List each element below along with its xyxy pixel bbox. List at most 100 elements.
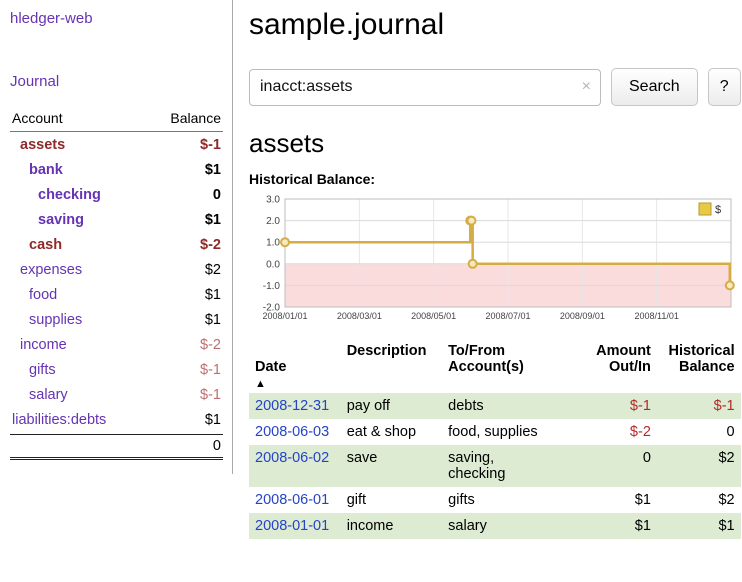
accounts-header-balance: Balance <box>170 110 221 126</box>
account-balance: $-2 <box>200 237 221 253</box>
col-header-description: Description <box>341 341 442 393</box>
sidebar: hledger-web Journal Account Balance asse… <box>0 0 233 474</box>
account-link-assets[interactable]: assets <box>12 137 65 153</box>
table-row: 2008-06-01 gift gifts $1 $2 <box>249 487 741 513</box>
account-balance: $1 <box>205 312 221 328</box>
account-row: saving $1 <box>10 207 223 232</box>
transaction-description: income <box>341 513 442 539</box>
transaction-description: gift <box>341 487 442 513</box>
account-link-checking[interactable]: checking <box>12 187 101 203</box>
search-button[interactable]: Search <box>611 68 698 106</box>
col-header-accounts: To/From Account(s) <box>442 341 579 393</box>
svg-text:2008/09/01: 2008/09/01 <box>560 311 605 321</box>
transaction-date-link[interactable]: 2008-06-01 <box>255 492 329 508</box>
transaction-description: save <box>341 445 442 487</box>
transaction-date-link[interactable]: 2008-12-31 <box>255 398 329 414</box>
account-link-food[interactable]: food <box>12 287 57 303</box>
account-link-expenses[interactable]: expenses <box>12 262 82 278</box>
historical-balance-chart[interactable]: 2008/01/012008/03/012008/05/012008/07/01… <box>249 193 741 327</box>
table-row: 2008-06-02 save saving, checking 0 $2 <box>249 445 741 487</box>
account-row: liabilities:debts $1 <box>10 407 223 432</box>
transaction-amount: $1 <box>579 487 656 513</box>
account-row: income $-2 <box>10 332 223 357</box>
account-balance: 0 <box>213 187 221 203</box>
transaction-balance: $-1 <box>657 393 741 419</box>
account-link-saving[interactable]: saving <box>12 212 84 228</box>
transaction-date-cell: 2008-06-01 <box>249 487 341 513</box>
transaction-description: pay off <box>341 393 442 419</box>
col-header-date[interactable]: Date ▲ <box>249 341 341 393</box>
account-row: food $1 <box>10 282 223 307</box>
svg-text:-1.0: -1.0 <box>263 281 281 292</box>
account-link-income[interactable]: income <box>12 337 67 353</box>
nav-journal-link[interactable]: Journal <box>10 73 223 90</box>
sort-ascending-icon: ▲ <box>255 378 266 390</box>
transaction-date-link[interactable]: 2008-01-01 <box>255 518 329 534</box>
account-balance: $1 <box>205 162 221 178</box>
chart-title: Historical Balance: <box>249 171 741 187</box>
transaction-amount: $-1 <box>579 393 656 419</box>
accounts-total-value: 0 <box>213 438 221 454</box>
account-row: bank $1 <box>10 157 223 182</box>
clear-search-icon[interactable]: × <box>582 79 591 95</box>
help-button[interactable]: ? <box>708 68 741 106</box>
svg-text:2008/03/01: 2008/03/01 <box>337 311 382 321</box>
svg-text:1.0: 1.0 <box>266 238 280 249</box>
accounts-header: Account Balance <box>10 106 223 132</box>
transaction-balance: $1 <box>657 513 741 539</box>
table-header-row: Date ▲ Description To/From Account(s) Am… <box>249 341 741 393</box>
account-link-bank[interactable]: bank <box>12 162 63 178</box>
account-link-liabilities-debts[interactable]: liabilities:debts <box>12 412 106 428</box>
transaction-date-cell: 2008-01-01 <box>249 513 341 539</box>
legend-label: $ <box>715 204 721 216</box>
account-link-supplies[interactable]: supplies <box>12 312 82 328</box>
transaction-date-cell: 2008-06-03 <box>249 419 341 445</box>
transaction-accounts: saving, checking <box>442 445 579 487</box>
account-row: salary $-1 <box>10 382 223 407</box>
transaction-accounts: food, supplies <box>442 419 579 445</box>
transaction-description: eat & shop <box>341 419 442 445</box>
account-row: gifts $-1 <box>10 357 223 382</box>
svg-text:2008/05/01: 2008/05/01 <box>411 311 456 321</box>
accounts-total-row: 0 <box>10 434 223 460</box>
transaction-amount: 0 <box>579 445 656 487</box>
table-row: 2008-06-03 eat & shop food, supplies $-2… <box>249 419 741 445</box>
account-balance: $-1 <box>200 137 221 153</box>
search-input[interactable] <box>249 69 601 106</box>
accounts-header-account: Account <box>12 110 63 126</box>
account-balance: $1 <box>205 287 221 303</box>
accounts-panel: Account Balance assets $-1 bank $1 check… <box>10 106 223 460</box>
account-row: assets $-1 <box>10 132 223 157</box>
transaction-date-link[interactable]: 2008-06-02 <box>255 450 329 466</box>
account-balance: $1 <box>205 412 221 428</box>
account-link-gifts[interactable]: gifts <box>12 362 56 378</box>
account-balance: $-2 <box>200 337 221 353</box>
col-header-date-label: Date <box>255 359 286 375</box>
account-heading: assets <box>249 128 741 159</box>
transaction-date-cell: 2008-12-31 <box>249 393 341 419</box>
transaction-amount: $-2 <box>579 419 656 445</box>
transaction-date-cell: 2008-06-02 <box>249 445 341 487</box>
transaction-balance: 0 <box>657 419 741 445</box>
svg-text:-2.0: -2.0 <box>263 303 281 314</box>
account-balance: $-1 <box>200 387 221 403</box>
search-bar: × Search ? <box>249 68 741 106</box>
svg-text:2008/07/01: 2008/07/01 <box>485 311 530 321</box>
brand-link[interactable]: hledger-web <box>10 10 223 27</box>
svg-text:2008/11/01: 2008/11/01 <box>634 311 678 321</box>
account-row: supplies $1 <box>10 307 223 332</box>
transactions-table: Date ▲ Description To/From Account(s) Am… <box>249 341 741 539</box>
account-balance: $-1 <box>200 362 221 378</box>
transaction-accounts: debts <box>442 393 579 419</box>
account-link-salary[interactable]: salary <box>12 387 68 403</box>
transaction-date-link[interactable]: 2008-06-03 <box>255 424 329 440</box>
svg-text:3.0: 3.0 <box>266 195 280 206</box>
account-link-cash[interactable]: cash <box>12 237 62 253</box>
account-row: expenses $2 <box>10 257 223 282</box>
search-box: × <box>249 69 601 106</box>
page-title: sample.journal <box>249 8 741 42</box>
transaction-balance: $2 <box>657 487 741 513</box>
table-row: 2008-12-31 pay off debts $-1 $-1 <box>249 393 741 419</box>
table-row: 2008-01-01 income salary $1 $1 <box>249 513 741 539</box>
chart-svg: 2008/01/012008/03/012008/05/012008/07/01… <box>249 193 735 327</box>
